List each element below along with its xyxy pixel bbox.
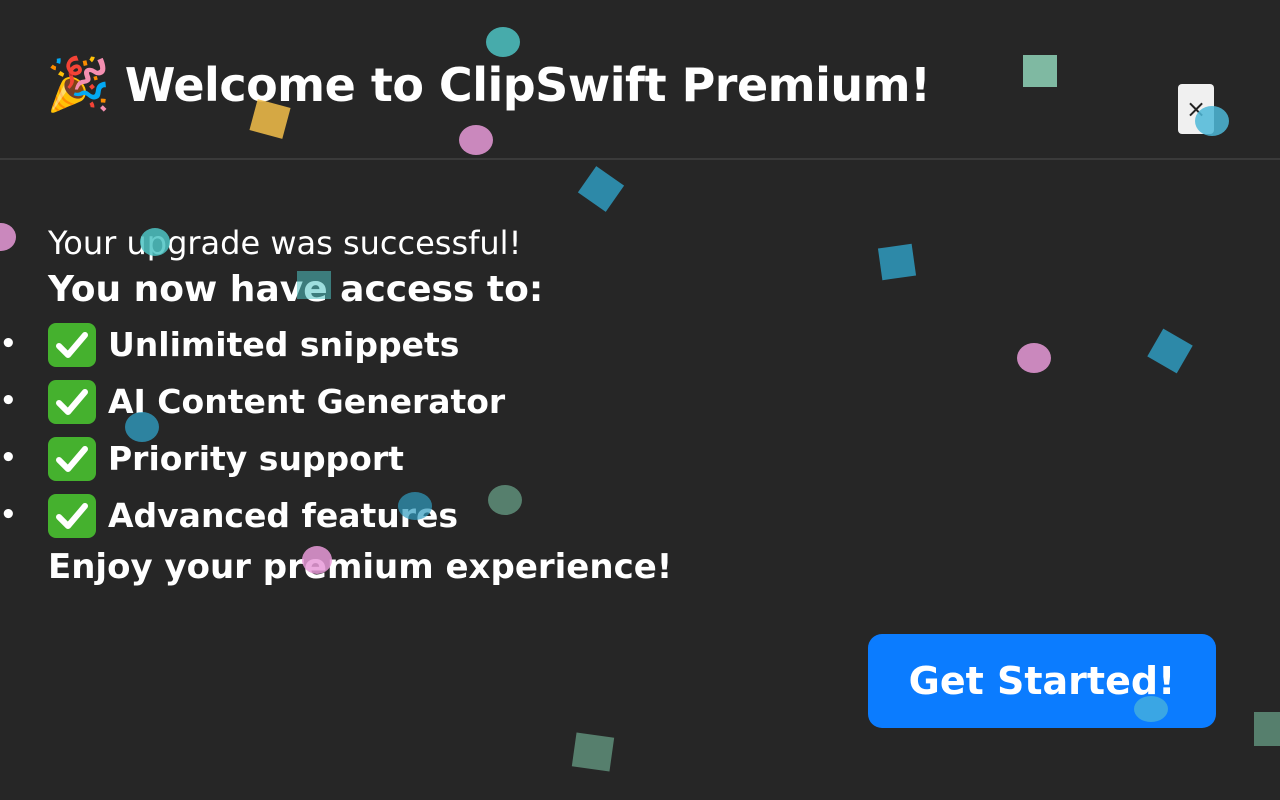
close-icon: × xyxy=(1185,95,1207,123)
premium-welcome-dialog: 🎉 Welcome to ClipSwift Premium! × Your u… xyxy=(0,0,1280,800)
check-mark-icon xyxy=(48,493,96,538)
confetti-piece xyxy=(1254,712,1280,746)
confetti-piece xyxy=(0,223,16,251)
feature-item-priority-support: • Priority support xyxy=(0,430,848,487)
enjoy-message: Enjoy your premium experience! xyxy=(48,547,673,587)
feature-label: Priority support xyxy=(108,439,404,478)
feature-item-ai-content-generator: • AI Content Generator xyxy=(0,373,848,430)
title-row: 🎉 Welcome to ClipSwift Premium! xyxy=(46,58,931,112)
dialog-title: Welcome to ClipSwift Premium! xyxy=(124,58,931,112)
confetti-piece xyxy=(1017,343,1051,373)
party-popper-icon: 🎉 xyxy=(46,55,111,115)
check-mark-icon xyxy=(48,436,96,481)
check-mark-icon xyxy=(48,379,96,424)
check-mark-icon xyxy=(48,322,96,367)
access-heading: You now have access to: xyxy=(48,269,544,310)
bullet-icon: • xyxy=(0,329,17,359)
dialog-content: Your upgrade was successful! You now hav… xyxy=(0,222,848,590)
success-message: Your upgrade was successful! xyxy=(48,224,522,262)
dialog-header: 🎉 Welcome to ClipSwift Premium! × xyxy=(0,0,1280,160)
feature-item-advanced-features: • Advanced features xyxy=(0,487,848,544)
feature-label: Advanced features xyxy=(108,496,459,535)
bullet-icon: • xyxy=(0,500,17,530)
bullet-icon: • xyxy=(0,386,17,416)
confetti-piece xyxy=(877,243,917,281)
feature-label: AI Content Generator xyxy=(108,382,506,421)
bullet-icon: • xyxy=(0,443,17,473)
feature-list: • Unlimited snippets • AI Content Genera… xyxy=(0,316,848,544)
get-started-button[interactable]: Get Started! xyxy=(868,634,1216,728)
feature-item-unlimited-snippets: • Unlimited snippets xyxy=(0,316,848,373)
close-button[interactable]: × xyxy=(1178,84,1214,134)
confetti-piece xyxy=(1147,328,1193,374)
confetti-piece xyxy=(577,166,625,212)
confetti-piece xyxy=(571,732,615,772)
feature-label: Unlimited snippets xyxy=(108,325,460,364)
